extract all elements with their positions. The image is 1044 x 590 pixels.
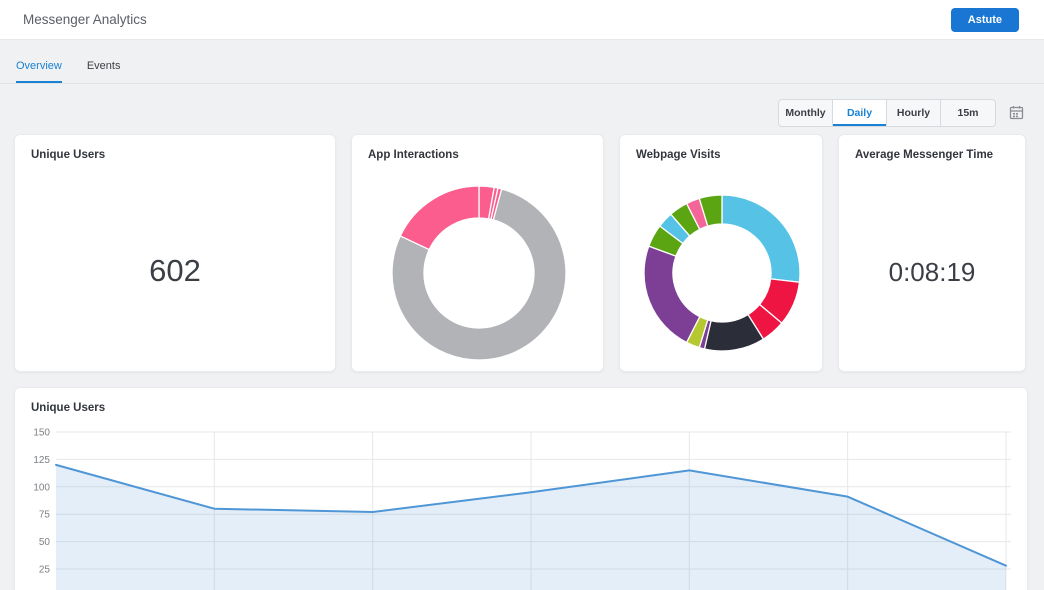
- astute-button[interactable]: Astute: [951, 8, 1019, 32]
- time-range-selector: Monthly Daily Hourly 15m: [778, 99, 996, 127]
- app-interactions-card: App Interactions: [351, 134, 604, 372]
- kpi-cards-row: Unique Users 602 App Interactions Webpag…: [0, 127, 1044, 372]
- card-title: Unique Users: [15, 135, 335, 161]
- unique-users-card: Unique Users 602: [14, 134, 336, 372]
- unique-users-chart-card: Unique Users 150 125 100 75 50 25: [14, 387, 1028, 590]
- time-range-15m[interactable]: 15m: [941, 100, 995, 126]
- unique-users-value: 602: [15, 253, 335, 289]
- time-range-daily[interactable]: Daily: [833, 100, 887, 126]
- time-range-hourly[interactable]: Hourly: [887, 100, 941, 126]
- tab-events[interactable]: Events: [87, 60, 121, 83]
- chart-title: Unique Users: [15, 388, 1027, 414]
- svg-text:150: 150: [33, 428, 50, 439]
- card-title: Average Messenger Time: [839, 135, 1025, 161]
- page-title: Messenger Analytics: [23, 12, 147, 27]
- svg-text:50: 50: [39, 537, 51, 548]
- tab-overview[interactable]: Overview: [16, 60, 62, 83]
- avg-messenger-time-card: Average Messenger Time 0:08:19: [838, 134, 1026, 372]
- app-interactions-donut: [352, 135, 605, 373]
- webpage-visits-card: Webpage Visits: [619, 134, 823, 372]
- avg-messenger-time-value: 0:08:19: [839, 257, 1025, 288]
- svg-text:125: 125: [33, 455, 50, 466]
- controls-row: Monthly Daily Hourly 15m: [0, 84, 1044, 127]
- app-header: Messenger Analytics Astute: [0, 0, 1044, 40]
- svg-text:75: 75: [39, 510, 51, 521]
- svg-text:25: 25: [39, 565, 51, 576]
- svg-text:100: 100: [33, 482, 50, 493]
- unique-users-area-chart: 150 125 100 75 50 25: [15, 388, 1027, 590]
- time-range-monthly[interactable]: Monthly: [779, 100, 833, 126]
- date-picker-button[interactable]: [1008, 105, 1024, 121]
- calendar-icon: [1009, 108, 1024, 123]
- tab-bar: Overview Events: [0, 40, 1044, 84]
- webpage-visits-donut: [620, 135, 824, 373]
